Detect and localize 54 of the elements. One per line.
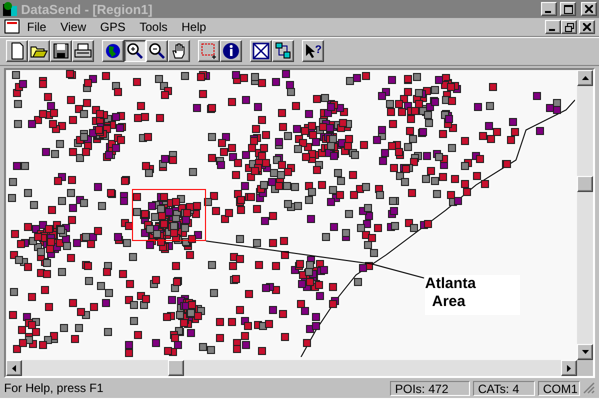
scroll-thumb[interactable] — [168, 360, 184, 376]
map-label: Atlanta Area — [425, 275, 520, 315]
status-message: For Help, press F1 — [4, 381, 104, 395]
network-icon — [274, 42, 292, 60]
menu-item[interactable]: File — [20, 20, 54, 34]
left-arrow-icon — [12, 364, 16, 372]
minimize-button[interactable] — [541, 2, 557, 16]
zoom-out-icon — [148, 42, 166, 60]
maximize-button[interactable] — [560, 2, 576, 16]
map-drawing[interactable] — [8, 70, 575, 357]
menu-item[interactable]: GPS — [93, 20, 132, 34]
zoomin-button[interactable] — [124, 40, 146, 62]
close-icon — [583, 23, 591, 31]
category-count: CATs: 4 — [473, 380, 535, 396]
selection-rectangle-icon — [200, 42, 218, 60]
horizontal-scrollbar[interactable] — [6, 360, 577, 376]
resize-grip-icon[interactable] — [583, 382, 595, 394]
select-button[interactable] — [198, 40, 220, 62]
menu-item[interactable]: View — [53, 20, 94, 34]
info-icon — [222, 42, 240, 60]
x-box-icon — [252, 42, 270, 60]
save-button[interactable] — [50, 40, 72, 62]
restore-button[interactable] — [561, 20, 577, 34]
network-button[interactable] — [272, 40, 294, 62]
vertical-scrollbar[interactable] — [577, 70, 593, 360]
close-button[interactable] — [579, 20, 595, 34]
info-button[interactable] — [220, 40, 242, 62]
menu-item[interactable]: Tools — [132, 20, 174, 34]
globe-button[interactable] — [102, 40, 124, 62]
open-button[interactable] — [28, 40, 50, 62]
maximize-icon — [564, 4, 572, 14]
app-icon — [2, 1, 18, 17]
close-icon — [585, 5, 593, 13]
right-arrow-icon — [567, 364, 571, 372]
document-icon[interactable] — [4, 19, 20, 35]
up-arrow-icon — [582, 76, 588, 80]
menu-item[interactable]: Help — [174, 20, 214, 34]
minimize-button[interactable] — [545, 20, 561, 34]
printer-icon — [74, 42, 92, 60]
clear-button[interactable] — [250, 40, 272, 62]
port-indicator: COM1 — [538, 380, 580, 396]
zoomout-button[interactable] — [146, 40, 168, 62]
scroll-thumb[interactable] — [577, 176, 593, 192]
restore-icon — [564, 22, 574, 32]
selection-rectangle[interactable] — [132, 189, 206, 241]
poi-count: POIs: 472 — [390, 380, 470, 396]
window-title: DataSend - [Region1] — [21, 2, 154, 16]
down-arrow-icon — [582, 350, 588, 354]
hand-button[interactable] — [168, 40, 190, 62]
close-button[interactable] — [581, 2, 597, 16]
zoom-in-icon — [126, 42, 144, 60]
print-button[interactable] — [72, 40, 94, 62]
new-button[interactable] — [6, 40, 28, 62]
globe-icon — [104, 42, 122, 60]
